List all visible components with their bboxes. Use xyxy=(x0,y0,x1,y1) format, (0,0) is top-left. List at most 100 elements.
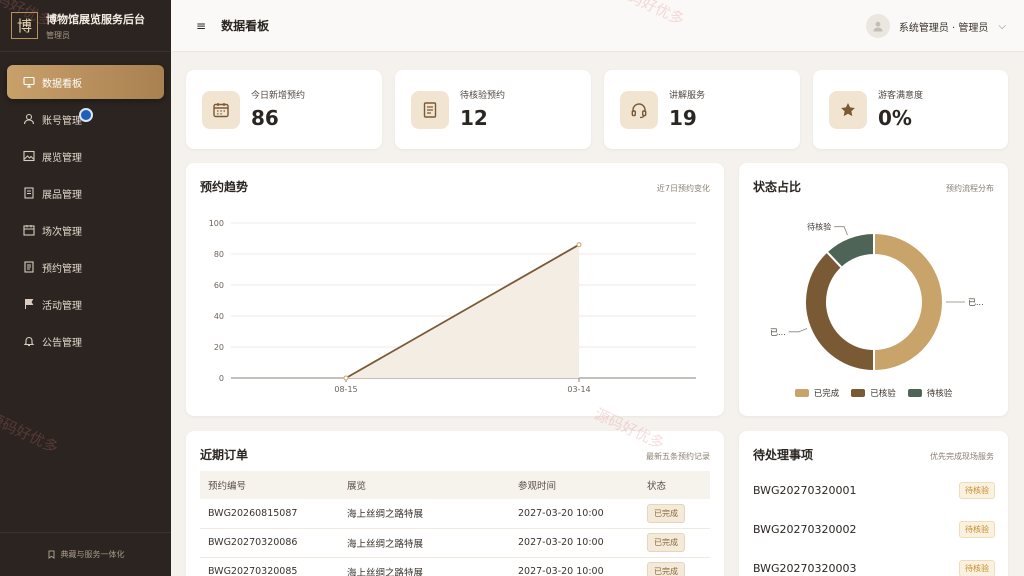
status-badge: 已完成 xyxy=(647,562,685,576)
visit-time: 2027-03-20 10:00 xyxy=(510,557,639,576)
user-name: 系统管理员 · 管理员 xyxy=(898,22,989,34)
flag-icon xyxy=(23,298,35,310)
card-subtitle: 优先完成现场服务 xyxy=(930,452,994,461)
stat-value: 19 xyxy=(669,106,697,130)
footer-text: 典藏与服务一体化 xyxy=(60,550,125,559)
list-icon xyxy=(23,261,35,273)
orders-table: 预约编号 展览 参观时间 状态 BWG20260815087 海上丝绸之路特展 … xyxy=(200,471,710,576)
trend-card: 预约趋势 近7日预约变化 0 20 40 60 80 100 08-15 03-14 xyxy=(186,163,724,416)
topbar: ≡ 数据看板 系统管理员 · 管理员 ⌵ xyxy=(171,0,1024,52)
legend-swatch xyxy=(794,389,809,397)
legend-label: 已完成 xyxy=(813,389,840,399)
stat-value: 86 xyxy=(251,106,279,130)
exhibition-name: 海上丝绸之路特展 xyxy=(339,499,510,529)
brand-logo: 博 xyxy=(11,12,38,39)
sidebar-item-announcements[interactable]: 公告管理 xyxy=(7,324,164,358)
user-icon xyxy=(23,113,35,125)
avatar xyxy=(865,14,890,38)
visit-time: 2027-03-20 10:00 xyxy=(510,499,639,529)
app-title: 博物馆展览服务后台 xyxy=(46,12,145,26)
slice-label: 已... xyxy=(968,298,984,307)
exhibition-name: 海上丝绸之路特展 xyxy=(339,528,510,558)
y-tick-label: 60 xyxy=(214,281,224,290)
headset-icon xyxy=(620,91,658,129)
stat-card-pending-verification: 待核验预约 12 xyxy=(395,70,591,149)
legend-item[interactable]: 待核验 xyxy=(907,387,953,399)
stat-label: 讲解服务 xyxy=(669,91,706,101)
table-row[interactable]: BWG20270320085 海上丝绸之路特展 2027-03-20 10:00… xyxy=(200,557,710,576)
chevron-down-icon: ⌵ xyxy=(998,20,1006,32)
y-tick-label: 0 xyxy=(219,374,224,383)
sidebar-item-exhibits[interactable]: 展品管理 xyxy=(7,176,164,210)
legend-swatch xyxy=(851,389,866,397)
slice-leader-line xyxy=(834,226,848,236)
star-icon xyxy=(829,91,867,129)
image-icon xyxy=(23,150,35,162)
table-row[interactable]: BWG20270320086 海上丝绸之路特展 2027-03-20 10:00… xyxy=(200,528,710,558)
sidebar-item-dashboard[interactable]: 数据看板 xyxy=(7,65,164,99)
status-badge: 已完成 xyxy=(647,533,685,552)
card-subtitle: 最新五条预约记录 xyxy=(646,452,710,461)
todo-card: 待处理事项 优先完成现场服务 BWG20270320001 待核验 BWG202… xyxy=(739,431,1008,576)
visit-time: 2027-03-20 10:00 xyxy=(510,528,639,558)
column-header: 预约编号 xyxy=(200,471,339,499)
page-title: 数据看板 xyxy=(221,19,270,33)
sidebar-item-activities[interactable]: 活动管理 xyxy=(7,287,164,321)
sidebar-item-label: 公告管理 xyxy=(42,337,82,349)
stat-label: 待核验预约 xyxy=(460,91,506,101)
todo-id: BWG20270320002 xyxy=(753,522,857,536)
slice-label: 待核验 xyxy=(807,222,831,232)
status-badge: 已完成 xyxy=(647,503,685,523)
order-id: BWG20270320086 xyxy=(200,528,339,558)
x-tick-label: 03-14 xyxy=(567,385,590,394)
sidebar-footer: 典藏与服务一体化 xyxy=(0,532,171,576)
donut-slice xyxy=(804,250,875,373)
todo-item[interactable]: BWG20270320002 待核验 xyxy=(753,519,995,539)
sidebar-item-label: 数据看板 xyxy=(42,78,82,90)
stat-label: 游客满意度 xyxy=(878,91,924,101)
status-badge: 待核验 xyxy=(959,559,995,576)
slice-label: 已... xyxy=(770,328,786,337)
legend-item[interactable]: 已核验 xyxy=(851,387,896,399)
legend-item[interactable]: 已完成 xyxy=(794,387,840,399)
sidebar-item-label: 账号管理 xyxy=(42,115,82,127)
y-tick-label: 20 xyxy=(214,343,224,352)
legend-label: 待核验 xyxy=(926,389,953,399)
calendar-icon xyxy=(202,91,240,129)
card-title: 近期订单 xyxy=(200,448,249,462)
column-header: 参观时间 xyxy=(510,471,639,499)
trend-chart: 0 20 40 60 80 100 08-15 03-14 xyxy=(209,219,696,394)
notification-dot xyxy=(79,108,93,122)
exhibition-name: 海上丝绸之路特展 xyxy=(339,557,510,576)
y-tick-label: 40 xyxy=(214,312,224,321)
sidebar-item-reservations[interactable]: 预约管理 xyxy=(7,250,164,284)
orders-card: 近期订单 最新五条预约记录 预约编号 展览 参观时间 状态 BWG2026081… xyxy=(186,431,724,576)
menu-toggle-icon[interactable]: ≡ xyxy=(196,19,206,33)
table-row[interactable]: BWG20260815087 海上丝绸之路特展 2027-03-20 10:00… xyxy=(200,499,710,529)
legend-label: 已核验 xyxy=(870,389,896,399)
order-id: BWG20270320085 xyxy=(200,557,339,576)
bell-icon xyxy=(23,335,35,347)
user-menu[interactable]: 系统管理员 · 管理员 ⌵ xyxy=(865,14,1006,38)
sidebar-item-sessions[interactable]: 场次管理 xyxy=(7,213,164,247)
dashboard-icon xyxy=(23,76,35,88)
order-id: BWG20260815087 xyxy=(200,499,339,529)
stat-label: 今日新增预约 xyxy=(251,91,306,101)
sidebar: 博 博物馆展览服务后台 管理员 数据看板 账号管理 展览管理 展品管理 场次管理… xyxy=(0,0,171,576)
column-header: 展览 xyxy=(339,471,510,499)
todo-id: BWG20270320001 xyxy=(753,483,857,497)
status-badge: 待核验 xyxy=(959,481,995,499)
sidebar-item-label: 展品管理 xyxy=(42,189,82,201)
sidebar-item-exhibitions[interactable]: 展览管理 xyxy=(7,139,164,173)
card-title: 待处理事项 xyxy=(753,448,814,462)
calendar-icon xyxy=(23,224,35,236)
status-card: 状态占比 预约流程分布 已... 已... 待核验 已完成 已核验 待核验 xyxy=(739,163,1008,416)
todo-item[interactable]: BWG20270320003 待核验 xyxy=(753,558,995,576)
chart-legend: 已完成 已核验 待核验 xyxy=(739,387,1008,399)
legend-swatch xyxy=(907,389,922,397)
stat-card-satisfaction: 游客满意度 0% xyxy=(813,70,1008,149)
table-header-row: 预约编号 展览 参观时间 状态 xyxy=(200,471,710,499)
sidebar-item-accounts[interactable]: 账号管理 xyxy=(7,102,164,136)
todo-item[interactable]: BWG20270320001 待核验 xyxy=(753,480,995,500)
sidebar-item-label: 展览管理 xyxy=(42,152,82,164)
